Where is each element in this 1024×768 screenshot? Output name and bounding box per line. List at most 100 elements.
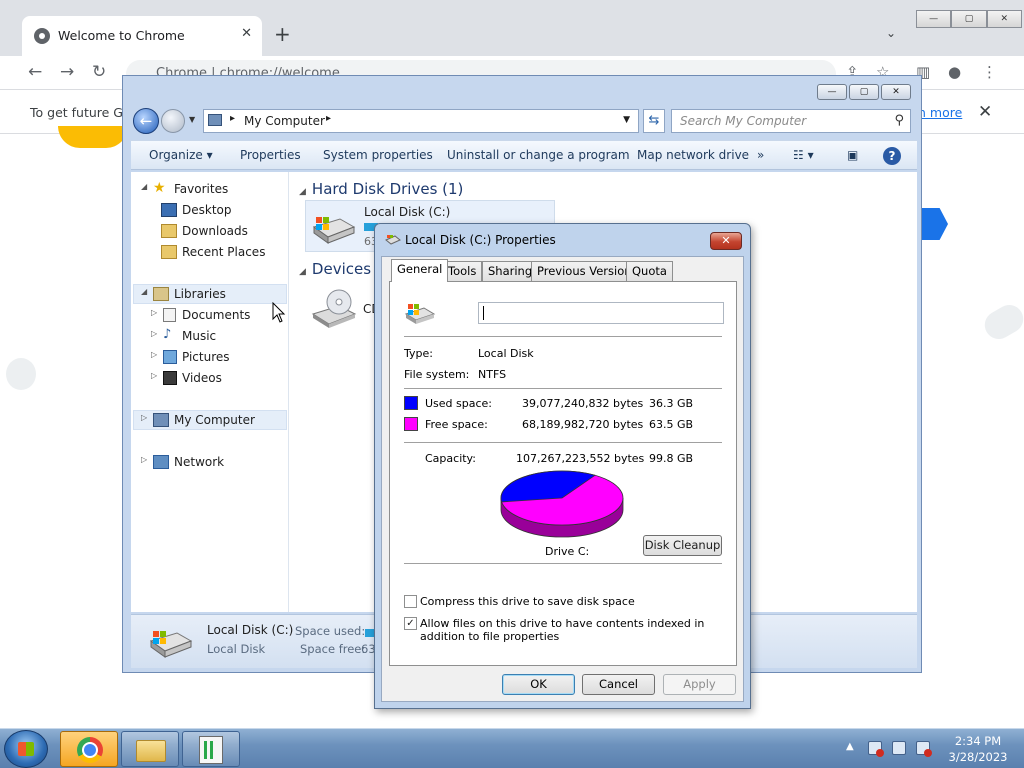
chrome-menu-icon[interactable]: ⋮ xyxy=(982,63,997,81)
capacity-label: Capacity: xyxy=(425,452,476,465)
cancel-button[interactable]: Cancel xyxy=(582,674,655,695)
help-icon[interactable]: ? xyxy=(883,147,901,165)
details-space-free-label: Space free: xyxy=(300,642,366,656)
documents-icon xyxy=(163,308,176,322)
explorer-minimize-button[interactable]: — xyxy=(817,84,847,100)
chrome-back-icon[interactable]: ← xyxy=(28,62,42,82)
type-label: Type: xyxy=(404,347,433,360)
breadcrumb-my-computer[interactable]: My Computer xyxy=(244,114,325,128)
explorer-window-buttons: — ▢ ✕ xyxy=(817,84,911,100)
explorer-close-button[interactable]: ✕ xyxy=(881,84,911,100)
search-icon[interactable]: ⚲ xyxy=(894,113,904,128)
expanded-triangle-icon[interactable]: ◢ xyxy=(141,287,147,296)
free-space-label: Free space: xyxy=(425,418,488,431)
properties-button[interactable]: Properties xyxy=(240,148,301,162)
chrome-infobar-learn-more-link[interactable]: n more xyxy=(918,105,962,120)
free-space-bytes: 68,189,982,720 bytes xyxy=(522,418,644,431)
details-drive-type: Local Disk xyxy=(207,642,266,656)
nav-network-label: Network xyxy=(174,455,225,469)
collapsed-triangle-icon[interactable]: ▷ xyxy=(141,455,147,464)
show-hidden-icons-icon[interactable]: ▲ xyxy=(846,741,854,752)
expanded-triangle-icon[interactable]: ◢ xyxy=(141,182,147,191)
disk-cleanup-button[interactable]: Disk Cleanup xyxy=(643,535,722,556)
recent-pages-dropdown-icon[interactable]: ▼ xyxy=(189,115,195,124)
chrome-profile-icon[interactable]: ● xyxy=(948,63,961,81)
search-placeholder: Search My Computer xyxy=(680,114,807,128)
star-icon: ★ xyxy=(153,180,166,196)
tab-quota[interactable]: Quota xyxy=(626,261,673,281)
divider xyxy=(404,563,722,564)
taskbar: ▲ 2:34 PM 3/28/2023 xyxy=(0,728,1024,768)
start-button[interactable] xyxy=(4,730,48,768)
change-view-icon[interactable]: ☷ ▾ xyxy=(793,148,814,162)
back-arrow-icon[interactable]: ← xyxy=(133,108,159,134)
chrome-maximize-button[interactable]: ▢ xyxy=(951,10,987,28)
used-space-bytes: 39,077,240,832 bytes xyxy=(522,397,644,410)
clock[interactable]: 2:34 PM 3/28/2023 xyxy=(946,733,1010,765)
chrome-minimize-button[interactable]: — xyxy=(916,10,952,28)
volume-icon[interactable] xyxy=(916,741,932,757)
dialog-close-button[interactable]: ✕ xyxy=(710,232,742,250)
collapsed-triangle-icon[interactable]: ▷ xyxy=(151,308,157,317)
collapsed-triangle-icon[interactable]: ▷ xyxy=(151,350,157,359)
collapsed-triangle-icon[interactable]: ▷ xyxy=(151,371,157,380)
taskbar-app[interactable] xyxy=(182,731,240,767)
properties-dialog: Local Disk (C:) Properties ✕ General Too… xyxy=(374,223,751,709)
collapsed-triangle-icon[interactable]: ▷ xyxy=(141,413,147,422)
forward-arrow-icon[interactable] xyxy=(161,109,185,133)
nav-downloads-label: Downloads xyxy=(182,224,248,238)
system-properties-button[interactable]: System properties xyxy=(323,148,433,162)
expanded-triangle-icon[interactable]: ◢ xyxy=(299,187,306,197)
hard-drive-icon xyxy=(385,235,401,245)
expanded-triangle-icon[interactable]: ◢ xyxy=(299,267,306,277)
cd-drive-icon[interactable] xyxy=(311,288,357,328)
hard-disk-group-label: Hard Disk Drives (1) xyxy=(311,180,464,198)
computer-icon xyxy=(153,413,169,427)
breadcrumb-separator-icon[interactable]: ▸ xyxy=(230,113,235,124)
address-dropdown-icon[interactable]: ▼ xyxy=(623,115,630,125)
chrome-tab-welcome[interactable]: Welcome to Chrome ✕ xyxy=(22,16,262,56)
computer-icon xyxy=(208,114,222,126)
ok-button[interactable]: OK xyxy=(502,674,575,695)
hard-drive-icon xyxy=(149,631,193,658)
taskbar-explorer[interactable] xyxy=(121,731,179,767)
taskbar-chrome[interactable] xyxy=(60,731,118,767)
chrome-reload-icon[interactable]: ↻ xyxy=(92,62,106,82)
apply-button[interactable]: Apply xyxy=(663,674,736,695)
disk-usage-pie-chart xyxy=(500,470,624,538)
dialog-titlebar[interactable]: Local Disk (C:) Properties xyxy=(385,233,556,247)
tab-general[interactable]: General xyxy=(391,259,449,282)
navigation-pane: ◢ ★ Favorites Desktop Downloads Recent P… xyxy=(131,172,289,612)
breadcrumb-separator-icon[interactable]: ▸ xyxy=(326,113,331,124)
refresh-icon[interactable]: ⇆ xyxy=(643,109,665,133)
chrome-close-button[interactable]: ✕ xyxy=(986,10,1022,28)
address-bar[interactable]: ▸ My Computer ▸ ▼ xyxy=(203,109,639,133)
divider xyxy=(404,336,722,337)
tab-sharing[interactable]: Sharing xyxy=(482,261,539,281)
map-network-drive-button[interactable]: Map network drive xyxy=(637,148,749,162)
chrome-tab-close-icon[interactable]: ✕ xyxy=(241,26,252,41)
uninstall-program-button[interactable]: Uninstall or change a program xyxy=(447,148,630,162)
search-input[interactable]: Search My Computer ⚲ xyxy=(671,109,911,133)
index-contents-checkbox[interactable]: ✓ xyxy=(404,617,417,630)
drive-label-input[interactable] xyxy=(478,302,724,324)
more-commands-button[interactable]: » xyxy=(757,148,764,162)
network-icon xyxy=(153,455,169,469)
hard-disk-group-header[interactable]: ◢ Hard Disk Drives (1) xyxy=(299,180,463,198)
compress-drive-checkbox[interactable] xyxy=(404,595,417,608)
chrome-infobar-close-icon[interactable]: ✕ xyxy=(978,102,992,122)
chrome-tab-title: Welcome to Chrome xyxy=(58,28,185,43)
nav-desktop-label: Desktop xyxy=(182,203,232,217)
collapsed-triangle-icon[interactable]: ▷ xyxy=(151,329,157,338)
network-status-icon[interactable] xyxy=(892,741,906,755)
chrome-forward-icon[interactable]: → xyxy=(60,62,74,82)
action-center-icon[interactable] xyxy=(868,741,884,757)
explorer-maximize-button[interactable]: ▢ xyxy=(849,84,879,100)
nav-recent-places-label: Recent Places xyxy=(182,245,266,259)
file-system-label: File system: xyxy=(404,368,470,381)
chrome-tab-search-icon[interactable]: ⌄ xyxy=(886,26,896,40)
nav-my-computer-label: My Computer xyxy=(174,413,255,427)
organize-button[interactable]: Organize ▾ xyxy=(149,148,213,162)
chrome-new-tab-button[interactable]: + xyxy=(274,24,291,44)
preview-pane-icon[interactable]: ▣ xyxy=(847,148,858,162)
